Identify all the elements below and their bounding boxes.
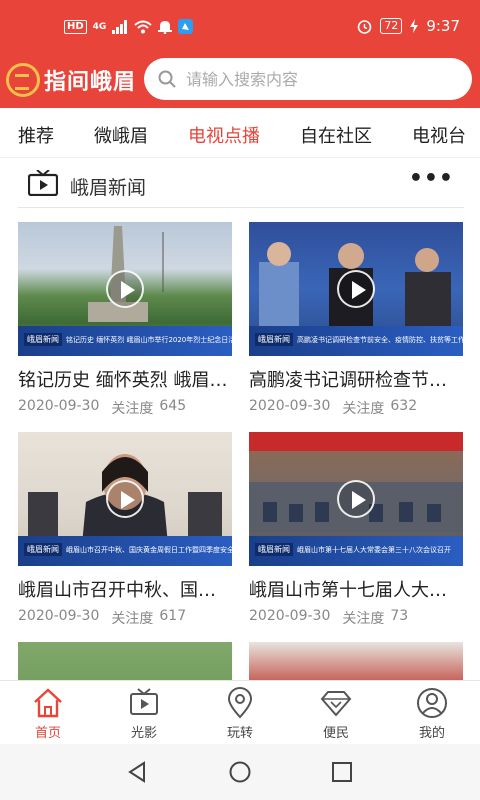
search-icon [158, 70, 176, 88]
nav-label: 玩转 [226, 726, 253, 741]
video-meta: 2020-09-30 关注度 73 [249, 608, 463, 628]
banner-text: 峨眉山市第十七届人大常委会第三十八次会议召开 [297, 546, 451, 554]
news-banner: 峨眉新闻 峨眉山市召开中秋、国庆黄金周假日工作暨四季度安全生产工作会 [18, 536, 232, 566]
more-options-icon[interactable]: ••• [409, 166, 454, 191]
video-date: 2020-09-30 [249, 398, 331, 414]
nav-video[interactable]: 光影 [114, 687, 174, 741]
play-icon [106, 480, 144, 518]
nav-home[interactable]: 首页 [18, 687, 78, 741]
hd-badge: HD [64, 19, 87, 34]
app-title: 指间峨眉 [44, 70, 137, 95]
news-banner: 峨眉新闻 峨眉山市第十七届人大常委会第三十八次会议召开 [249, 536, 463, 566]
video-thumbnail[interactable]: 峨眉新闻 峨眉山市第十七届人大常委会第三十八次会议召开 [249, 432, 463, 566]
video-card[interactable] [18, 642, 232, 680]
views-label: 关注度 [342, 611, 385, 627]
nav-explore[interactable]: 玩转 [210, 687, 270, 741]
home-icon [34, 688, 62, 718]
video-card[interactable]: 峨眉新闻 峨眉山市第十七届人大常委会第三十八次会议召开 峨眉山市第十七届人大常委… [249, 432, 463, 628]
video-date: 2020-09-30 [249, 608, 331, 624]
video-thumbnail[interactable]: 峨眉新闻 峨眉山市召开中秋、国庆黄金周假日工作暨四季度安全生产工作会 [18, 432, 232, 566]
banner-badge: 峨眉新闻 [255, 543, 293, 556]
video-title: 铭记历史 缅怀英烈 峨眉山市举行2020年烈士纪念日活动 [18, 370, 232, 391]
nav-label: 便民 [322, 726, 349, 741]
tab-community[interactable]: 自在社区 [300, 122, 372, 148]
section-title: 峨眉新闻 [70, 177, 147, 199]
wifi-icon [134, 20, 152, 33]
tv-icon [130, 688, 158, 715]
status-bar: HD 4G 72 9:37 [0, 0, 480, 58]
section-header: 峨眉新闻 ••• [18, 164, 464, 208]
location-icon [227, 687, 253, 719]
news-banner: 峨眉新闻 铭记历史 缅怀英烈 峨眉山市举行2020年烈士纪念日活动 [18, 326, 232, 356]
network-type: 4G [92, 21, 107, 32]
video-meta: 2020-09-30 关注度 617 [18, 608, 232, 628]
banner-text: 峨眉山市召开中秋、国庆黄金周假日工作暨四季度安全生产工作会 [66, 546, 232, 554]
app-header: 指间峨眉 [0, 58, 480, 108]
signal-icon [112, 19, 128, 34]
video-thumbnail[interactable] [249, 642, 463, 680]
views-label: 关注度 [111, 401, 154, 417]
video-thumbnail[interactable] [18, 642, 232, 680]
nav-label: 我的 [418, 726, 445, 741]
tab-tv-station[interactable]: 电视台 [412, 122, 466, 148]
charging-icon [410, 19, 419, 33]
views-label: 关注度 [111, 611, 154, 627]
video-card[interactable]: 峨眉新闻 峨眉山市召开中秋、国庆黄金周假日工作暨四季度安全生产工作会 峨眉山市召… [18, 432, 232, 628]
nav-label: 首页 [34, 726, 61, 741]
nav-profile[interactable]: 我的 [402, 687, 462, 741]
banner-text: 铭记历史 缅怀英烈 峨眉山市举行2020年烈士纪念日活动 [66, 336, 232, 344]
status-left: HD 4G [64, 19, 194, 34]
views-count: 617 [159, 608, 187, 624]
views-count: 73 [390, 608, 409, 624]
news-banner: 峨眉新闻 高鹏凌书记调研检查节前安全、疫情防控、扶贫等工作 [249, 326, 463, 356]
nav-label: 光影 [130, 726, 157, 741]
recents-icon[interactable] [332, 762, 352, 782]
nav-services[interactable]: 便民 [306, 687, 366, 741]
video-thumbnail[interactable]: 峨眉新闻 铭记历史 缅怀英烈 峨眉山市举行2020年烈士纪念日活动 [18, 222, 232, 356]
back-icon[interactable] [126, 761, 148, 783]
video-meta: 2020-09-30 关注度 645 [18, 398, 232, 418]
video-date: 2020-09-30 [18, 608, 100, 624]
search-bar[interactable] [144, 58, 472, 100]
banner-badge: 峨眉新闻 [24, 543, 62, 556]
video-title: 峨眉山市第十七届人大常委会第三十八次会议 [249, 580, 463, 601]
battery-indicator: 72 [380, 18, 403, 34]
home-button-icon[interactable] [229, 761, 251, 783]
bottom-navigation: 首页 光影 玩转 便民 我的 [0, 680, 480, 744]
video-title: 峨眉山市召开中秋、国庆假期安全工作会 [18, 580, 232, 601]
banner-badge: 峨眉新闻 [255, 333, 293, 346]
video-thumbnail[interactable]: 峨眉新闻 高鹏凌书记调研检查节前安全、疫情防控、扶贫等工作 [249, 222, 463, 356]
notification-bell-icon [158, 21, 173, 34]
play-icon [106, 270, 144, 308]
search-input[interactable] [186, 69, 436, 89]
video-title: 高鹏凌书记调研检查节前安全 [249, 370, 463, 391]
play-icon [337, 480, 375, 518]
status-right: 72 9:37 [357, 17, 460, 35]
alarm-icon [358, 19, 372, 34]
video-date: 2020-09-30 [18, 398, 100, 414]
profile-icon [417, 688, 447, 718]
video-meta: 2020-09-30 关注度 632 [249, 398, 463, 418]
banner-badge: 峨眉新闻 [24, 333, 62, 346]
tab-recommend[interactable]: 推荐 [18, 122, 54, 148]
views-count: 645 [159, 398, 187, 414]
app-logo[interactable]: 指间峨眉 [6, 63, 136, 97]
logo-mark-icon [6, 63, 40, 97]
tab-wei-emei[interactable]: 微峨眉 [94, 122, 148, 148]
views-label: 关注度 [342, 401, 385, 417]
app-notification-icon [178, 19, 194, 34]
play-icon [337, 270, 375, 308]
clock-time: 9:37 [426, 17, 460, 35]
banner-text: 高鹏凌书记调研检查节前安全、疫情防控、扶贫等工作 [297, 336, 463, 344]
tab-tv-on-demand[interactable]: 电视点播 [188, 122, 260, 148]
views-count: 632 [390, 398, 418, 414]
system-navigation-bar [0, 744, 480, 800]
diamond-icon [320, 691, 352, 717]
category-tabs: 推荐 微峨眉 电视点播 自在社区 电视台 [0, 108, 480, 158]
video-card[interactable]: 峨眉新闻 高鹏凌书记调研检查节前安全、疫情防控、扶贫等工作 高鹏凌书记调研检查节… [249, 222, 463, 418]
tv-icon [28, 170, 58, 196]
video-card[interactable]: 峨眉新闻 铭记历史 缅怀英烈 峨眉山市举行2020年烈士纪念日活动 铭记历史 缅… [18, 222, 232, 418]
video-card[interactable] [249, 642, 463, 680]
